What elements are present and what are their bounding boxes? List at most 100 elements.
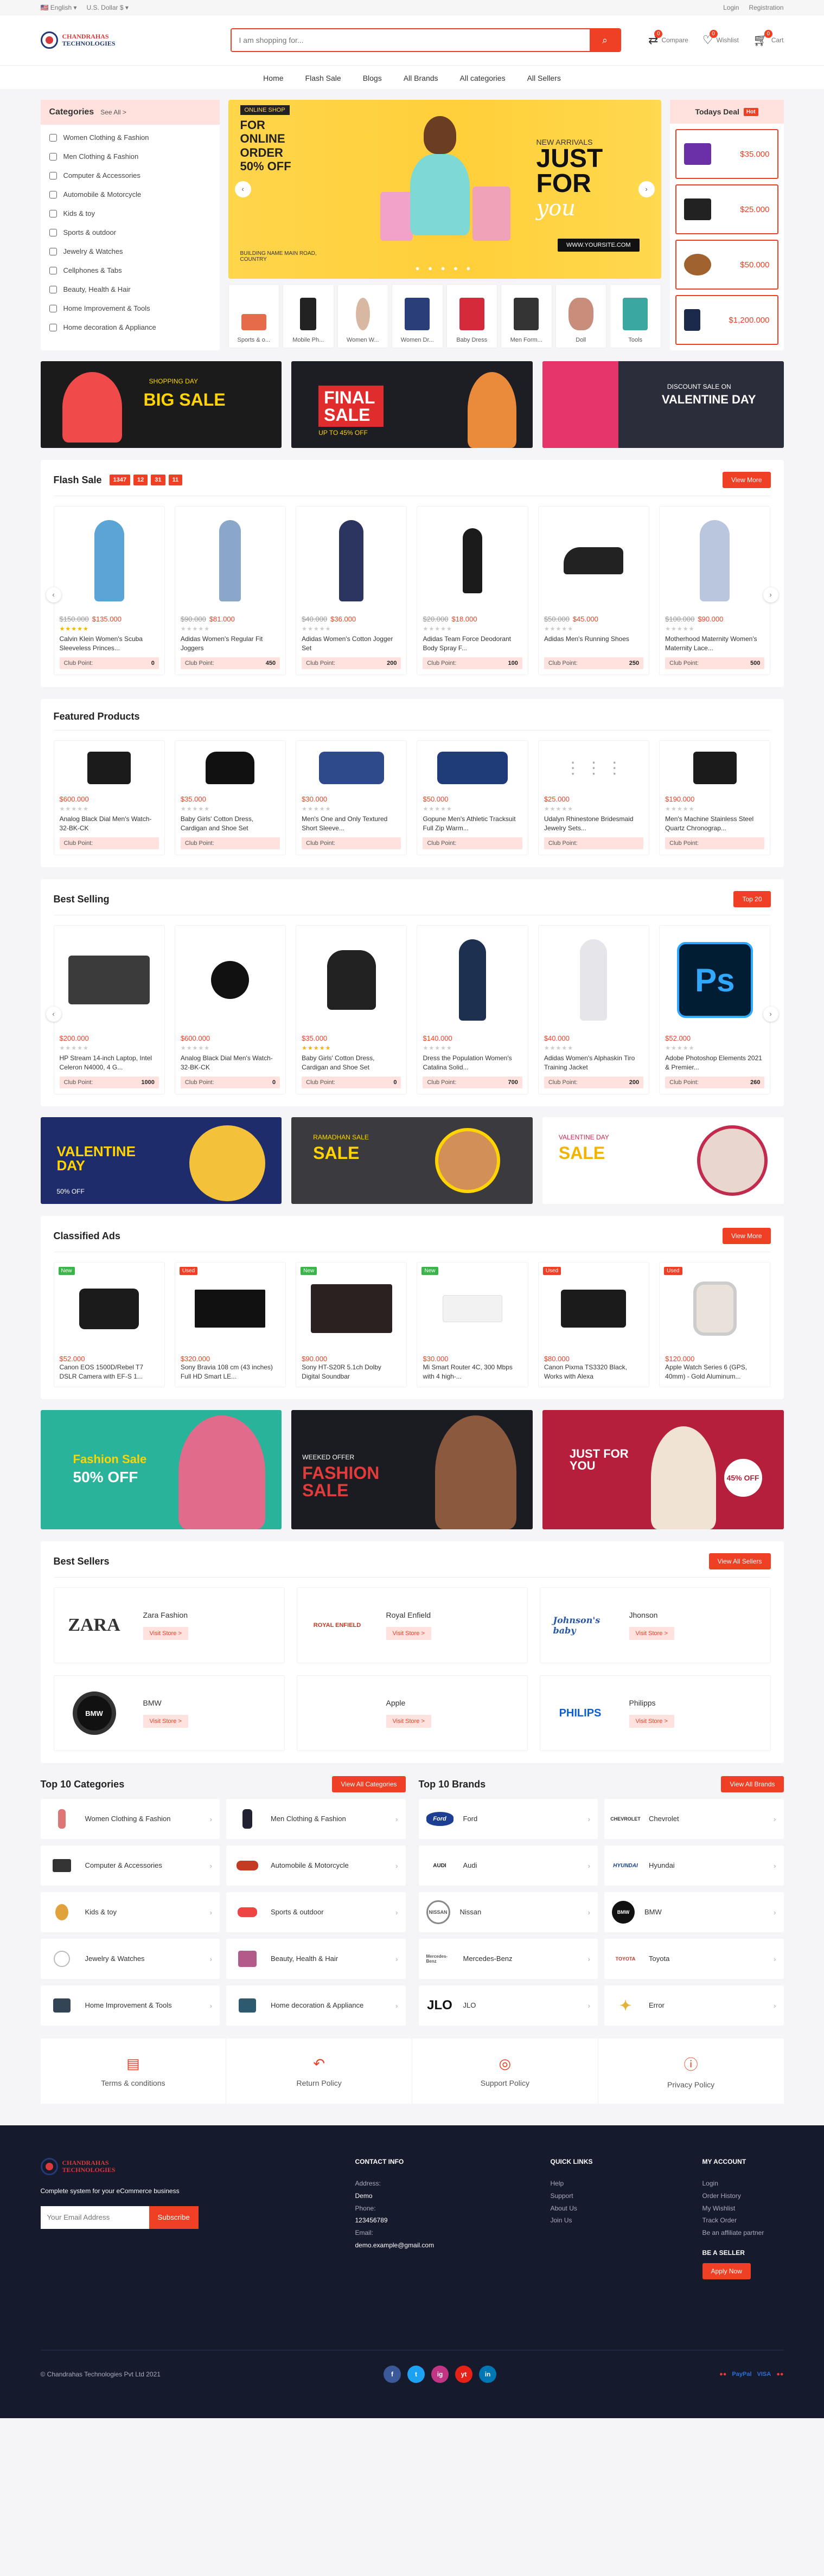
top-brand-item[interactable]: NISSAN Nissan ›	[418, 1892, 598, 1932]
product-card[interactable]: ⋮ ⋮ ⋮ $25.000 ★★★★★ Udalyn Rhinestone Bride…	[538, 740, 650, 855]
promo-banner[interactable]: DISCOUNT SALE ON VALENTINE DAY	[542, 361, 784, 448]
visit-store-button[interactable]: Visit Store >	[629, 1715, 674, 1728]
account-link[interactable]: Track Order	[702, 2214, 764, 2227]
support-policy-link[interactable]: ◎ Support Policy	[412, 2039, 598, 2104]
account-link[interactable]: Be an affiliate partner	[702, 2227, 764, 2239]
promo-banner[interactable]: VALENTINE DAY SALE	[542, 1117, 784, 1204]
search-button[interactable]: ⌕	[590, 29, 621, 51]
top-category-item[interactable]: Computer & Accessories ›	[40, 1846, 220, 1886]
view-all-sellers-button[interactable]: View All Sellers	[708, 1553, 771, 1569]
linkedin-icon[interactable]: in	[479, 2365, 497, 2383]
compare-button[interactable]: ⇄ 0 Compare	[648, 30, 688, 47]
category-item[interactable]: Home Improvement & Tools	[49, 299, 211, 318]
category-item[interactable]: Cellphones & Tabs	[49, 261, 211, 280]
account-link[interactable]: Order History	[702, 2190, 764, 2202]
privacy-policy-link[interactable]: ⓘ Privacy Policy	[598, 2039, 784, 2104]
category-item[interactable]: Women Clothing & Fashion	[49, 128, 211, 147]
site-logo[interactable]: CHANDRAHAS TECHNOLOGIES	[40, 31, 214, 49]
seller-card[interactable]: BMW BMW Visit Store >	[53, 1675, 285, 1751]
category-item[interactable]: Beauty, Health & Hair	[49, 280, 211, 299]
product-card[interactable]: $140.000 ★★★★★ Dress the Population Women'…	[417, 925, 528, 1094]
quick-link[interactable]: Join Us	[551, 2214, 670, 2227]
category-thumb[interactable]: Baby Dress	[446, 284, 497, 348]
category-thumb[interactable]: Doll	[555, 284, 606, 348]
category-thumb[interactable]: Tools	[610, 284, 661, 348]
slider-dots[interactable]: ● ● ● ● ●	[228, 264, 661, 272]
hero-slider[interactable]: ONLINE SHOP FOR ONLINE ORDER 50% OFF BUI…	[228, 100, 661, 279]
top-category-item[interactable]: Kids & toy ›	[40, 1892, 220, 1932]
category-thumb[interactable]: Women W...	[337, 284, 388, 348]
seller-card[interactable]: PHILIPS Philipps Visit Store >	[539, 1675, 771, 1751]
top-brand-item[interactable]: HYUNDAI Hyundai ›	[604, 1846, 784, 1886]
youtube-icon[interactable]: yt	[455, 2365, 473, 2383]
top-brand-item[interactable]: Ford Ford ›	[418, 1799, 598, 1839]
account-link[interactable]: Login	[702, 2177, 764, 2190]
carousel-next-icon[interactable]: ›	[763, 587, 778, 603]
product-card[interactable]: $150.000 $135.000 ★★★★★ Calvin Klein Women'…	[53, 506, 165, 675]
flash-view-more-button[interactable]: View More	[723, 472, 771, 488]
visit-store-button[interactable]: Visit Store >	[143, 1715, 188, 1728]
seller-card[interactable]: ROYAL ENFIELD Royal Enfield Visit Store >	[296, 1587, 528, 1663]
visit-store-button[interactable]: Visit Store >	[143, 1627, 188, 1640]
category-item[interactable]: Home decoration & Appliance	[49, 318, 211, 337]
apply-now-button[interactable]: Apply Now	[702, 2263, 751, 2279]
top-brand-item[interactable]: Mercedes-Benz Mercedes-Benz ›	[418, 1939, 598, 1979]
newsletter-email-input[interactable]	[40, 2206, 149, 2229]
top-category-item[interactable]: Home decoration & Appliance ›	[226, 1985, 406, 2026]
quick-link[interactable]: Help	[551, 2177, 670, 2190]
category-item[interactable]: Kids & toy	[49, 204, 211, 223]
twitter-icon[interactable]: t	[407, 2365, 425, 2383]
seller-card[interactable]: ZARA Zara Fashion Visit Store >	[53, 1587, 285, 1663]
deal-item[interactable]: $1,200.000	[675, 295, 778, 345]
currency-select[interactable]: U.S. Dollar $ ▾	[87, 4, 129, 11]
promo-banner[interactable]: RAMADHAN SALE SALE	[291, 1117, 533, 1204]
promo-banner[interactable]: SHOPPING DAY BIG SALE	[40, 361, 282, 448]
top-category-item[interactable]: Men Clothing & Fashion ›	[226, 1799, 406, 1839]
nav-all-brands[interactable]: All Brands	[404, 66, 438, 91]
category-item[interactable]: Men Clothing & Fashion	[49, 147, 211, 166]
category-item[interactable]: Computer & Accessories	[49, 166, 211, 185]
product-card[interactable]: $20.000 $18.000 ★★★★★ Adidas Team Force Deo…	[417, 506, 528, 675]
product-card[interactable]: $40.000 ★★★★★ Adidas Women's Alphaskin Tir…	[538, 925, 650, 1094]
see-all-categories-link[interactable]: See All >	[100, 108, 126, 116]
wishlist-button[interactable]: ♡ 0 Wishlist	[702, 30, 739, 47]
slider-next-icon[interactable]: ›	[638, 181, 655, 197]
category-thumb[interactable]: Men Form...	[501, 284, 552, 348]
register-link[interactable]: Registration	[749, 4, 783, 11]
quick-link[interactable]: Support	[551, 2190, 670, 2202]
carousel-prev-icon[interactable]: ‹	[46, 1007, 61, 1022]
nav-all-categories[interactable]: All categories	[460, 66, 506, 91]
promo-banner[interactable]: JUST FOR YOU 45% OFF	[542, 1410, 784, 1529]
product-card[interactable]: Used $320.000 Sony Bravia 108 cm (43 inche…	[174, 1262, 286, 1387]
category-thumb[interactable]: Women Dr...	[392, 284, 443, 348]
visit-store-button[interactable]: Visit Store >	[386, 1715, 431, 1728]
product-card[interactable]: New $30.000 Mi Smart Router 4C, 300 Mbps w…	[417, 1262, 528, 1387]
category-thumb[interactable]: Sports & o...	[228, 284, 279, 348]
account-link[interactable]: My Wishlist	[702, 2202, 764, 2215]
category-thumb[interactable]: Mobile Ph...	[283, 284, 334, 348]
product-card[interactable]: New $90.000 Sony HT-S20R 5.1ch Dolby Digit…	[296, 1262, 407, 1387]
login-link[interactable]: Login	[723, 4, 739, 11]
search-input[interactable]	[231, 29, 590, 51]
product-card[interactable]: $200.000 ★★★★★ HP Stream 14-inch Laptop, I…	[53, 925, 165, 1094]
product-card[interactable]: $600.000 ★★★★★ Analog Black Dial Men's Wat…	[174, 925, 286, 1094]
top-category-item[interactable]: Beauty, Health & Hair ›	[226, 1939, 406, 1979]
return-policy-link[interactable]: ↶ Return Policy	[226, 2039, 412, 2104]
promo-banner[interactable]: FINAL SALE UP TO 45% OFF	[291, 361, 533, 448]
top-category-item[interactable]: Sports & outdoor ›	[226, 1892, 406, 1932]
visit-store-button[interactable]: Visit Store >	[629, 1627, 674, 1640]
top-brand-item[interactable]: AUDI Audi ›	[418, 1846, 598, 1886]
carousel-prev-icon[interactable]: ‹	[46, 587, 61, 603]
top-brand-item[interactable]: ✦ Error ›	[604, 1985, 784, 2026]
seller-card[interactable]: Johnson's baby Jhonson Visit Store >	[539, 1587, 771, 1663]
top-brand-item[interactable]: CHEVROLET Chevrolet ›	[604, 1799, 784, 1839]
deal-item[interactable]: $35.000	[675, 129, 778, 179]
slider-prev-icon[interactable]: ‹	[234, 181, 251, 197]
view-all-categories-button[interactable]: View All Categories	[332, 1776, 406, 1792]
facebook-icon[interactable]: f	[384, 2365, 401, 2383]
nav-blogs[interactable]: Blogs	[363, 66, 382, 91]
top-20-button[interactable]: Top 20	[733, 891, 771, 907]
top-category-item[interactable]: Automobile & Motorcycle ›	[226, 1846, 406, 1886]
top-category-item[interactable]: Home Improvement & Tools ›	[40, 1985, 220, 2026]
product-card[interactable]: Ps $52.000 ★★★★★ Adobe Photoshop Elements 2…	[659, 925, 771, 1094]
